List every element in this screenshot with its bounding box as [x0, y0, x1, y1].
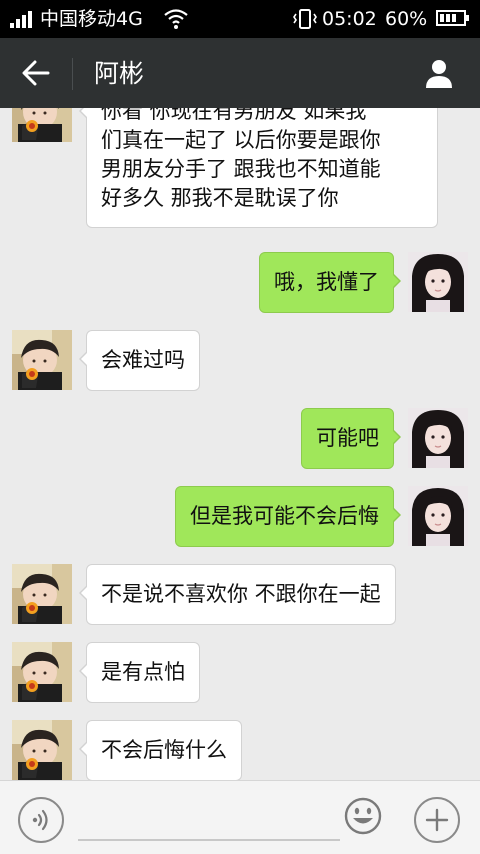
message-line: 男朋友分手了 跟我也不知道能: [101, 157, 381, 181]
message-text: 不会后悔什么: [101, 738, 227, 762]
carrier-label: 中国移动4G: [40, 8, 143, 30]
plus-icon: [425, 808, 449, 832]
battery-icon: [436, 10, 469, 26]
message-line: 们真在一起了 以后你要是跟你: [101, 128, 381, 152]
voice-input-button[interactable]: [18, 797, 64, 843]
chat-header: 阿彬: [0, 38, 480, 108]
message-list[interactable]: 你看 你现在有男朋友 如果我 们真在一起了 以后你要是跟你 男朋友分手了 跟我也…: [0, 108, 480, 780]
friend-avatar[interactable]: [12, 720, 72, 780]
voice-icon: [32, 809, 48, 831]
my-avatar[interactable]: [408, 252, 468, 312]
chat-title: 阿彬: [94, 59, 145, 88]
outgoing-message-bubble[interactable]: 但是我可能不会后悔: [175, 486, 401, 547]
person-icon: [426, 60, 452, 88]
battery-percentage: 60%: [385, 8, 428, 30]
incoming-message-bubble[interactable]: 是有点怕: [79, 642, 200, 703]
status-bar: 中国移动4G 05:02 60%: [0, 0, 480, 38]
wifi-icon: [163, 6, 189, 35]
vibrate-icon: [292, 6, 318, 37]
incoming-message-bubble[interactable]: 你看 你现在有男朋友 如果我 们真在一起了 以后你要是跟你 男朋友分手了 跟我也…: [79, 108, 438, 228]
message-text: 可能吧: [316, 426, 379, 450]
chat-info-button[interactable]: [418, 53, 460, 93]
outgoing-message-bubble[interactable]: 哦，我懂了: [259, 252, 401, 313]
friend-avatar[interactable]: [12, 642, 72, 702]
message-text: 会难过吗: [101, 348, 185, 372]
message-input[interactable]: [78, 795, 340, 841]
incoming-message-bubble[interactable]: 不是说不喜欢你 不跟你在一起: [79, 564, 396, 625]
message-text: 但是我可能不会后悔: [190, 504, 379, 528]
my-avatar[interactable]: [408, 486, 468, 546]
message-text: 不是说不喜欢你 不跟你在一起: [101, 582, 381, 606]
header-divider: [72, 58, 73, 90]
message-line: 好多久 那我不是耽误了你: [101, 186, 339, 210]
incoming-message-bubble[interactable]: 会难过吗: [79, 330, 200, 391]
emoji-button[interactable]: [344, 797, 382, 835]
message-line: 你看 你现在有男朋友 如果我: [101, 108, 367, 123]
more-options-button[interactable]: [414, 797, 460, 843]
signal-strength-icon: [10, 10, 36, 28]
back-button[interactable]: [14, 53, 58, 93]
outgoing-message-bubble[interactable]: 可能吧: [301, 408, 401, 469]
input-bar: [0, 780, 480, 854]
friend-avatar[interactable]: [12, 108, 72, 142]
friend-avatar[interactable]: [12, 564, 72, 624]
message-text: 哦，我懂了: [274, 270, 379, 294]
my-avatar[interactable]: [408, 408, 468, 468]
smiley-icon: [344, 797, 382, 835]
clock: 05:02: [322, 8, 377, 30]
back-arrow-icon: [22, 60, 50, 86]
message-text: 是有点怕: [101, 660, 185, 684]
incoming-message-bubble[interactable]: 不会后悔什么: [79, 720, 242, 780]
friend-avatar[interactable]: [12, 330, 72, 390]
